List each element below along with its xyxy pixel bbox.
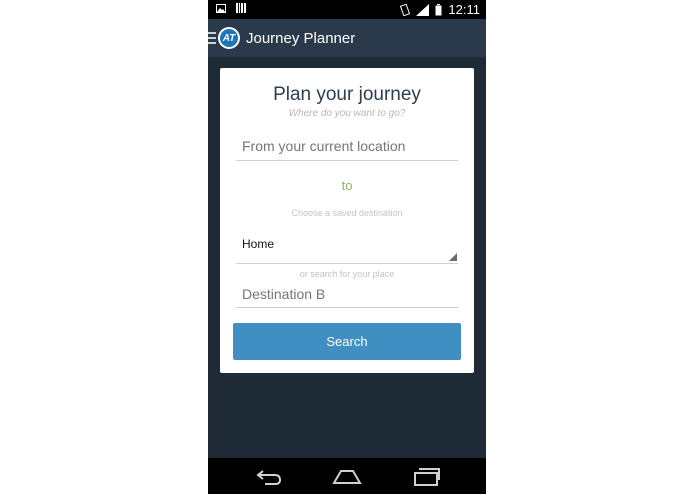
phone-screen: 12:11 AT Journey Planner Plan your journ… bbox=[208, 0, 486, 494]
app-bar: AT Journey Planner bbox=[208, 19, 486, 57]
app-logo[interactable]: AT bbox=[218, 27, 240, 49]
status-bar: 12:11 bbox=[208, 0, 486, 19]
image-icon bbox=[216, 3, 226, 13]
back-icon[interactable] bbox=[255, 465, 283, 487]
barcode-icon bbox=[236, 3, 246, 13]
journey-card: Plan your journey Where do you want to g… bbox=[220, 68, 474, 373]
saved-destination-value: Home bbox=[242, 237, 275, 251]
from-input[interactable] bbox=[236, 138, 464, 154]
destination-field bbox=[236, 286, 464, 308]
destination-input[interactable] bbox=[236, 286, 464, 302]
recents-icon[interactable] bbox=[412, 465, 440, 487]
dropdown-caret-icon bbox=[449, 253, 457, 261]
saved-destination-select[interactable]: Home bbox=[236, 234, 458, 264]
app-title: Journey Planner bbox=[246, 29, 356, 47]
vibrate-icon bbox=[400, 3, 411, 16]
menu-icon[interactable] bbox=[208, 32, 216, 44]
logo-text: AT bbox=[220, 29, 238, 47]
nav-bar bbox=[208, 458, 486, 494]
home-icon[interactable] bbox=[332, 465, 362, 487]
signal-icon bbox=[416, 3, 430, 16]
to-label: to bbox=[341, 178, 353, 193]
saved-destination-hint: Choose a saved destination bbox=[291, 208, 403, 218]
clock: 12:11 bbox=[448, 2, 480, 17]
search-place-hint: or search for your place bbox=[299, 269, 395, 279]
battery-icon bbox=[435, 3, 442, 15]
card-subtitle: Where do you want to go? bbox=[288, 108, 406, 119]
card-title: Plan your journey bbox=[273, 84, 421, 105]
from-field bbox=[236, 138, 464, 161]
search-button[interactable]: Search bbox=[233, 323, 461, 360]
